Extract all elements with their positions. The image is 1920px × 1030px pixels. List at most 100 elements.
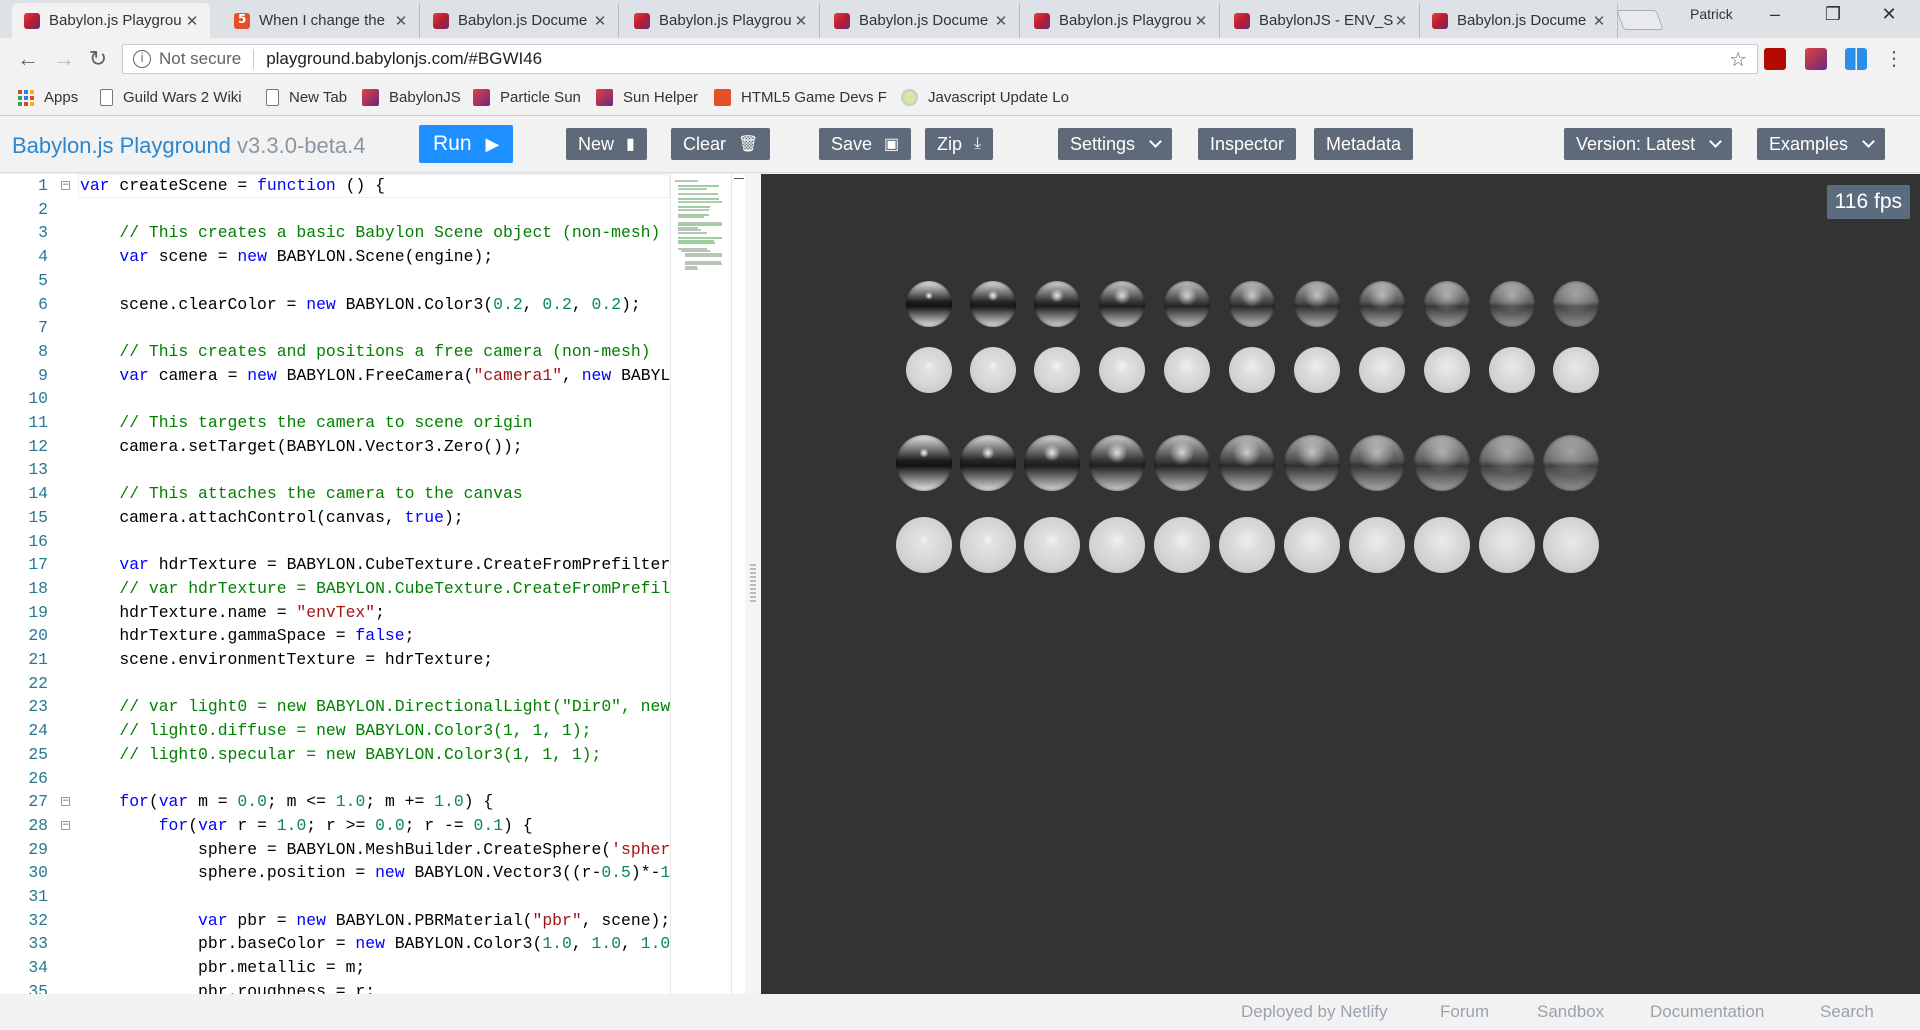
close-tab-icon[interactable]: ✕	[592, 12, 608, 30]
close-tab-icon[interactable]: ✕	[1193, 12, 1209, 30]
code-line[interactable]: 11 // This targets the camera to scene o…	[0, 411, 740, 435]
code-line[interactable]: 2	[0, 198, 740, 222]
minimize-icon[interactable]: –	[1752, 4, 1798, 25]
zip-button[interactable]: Zip ⤓	[925, 128, 994, 160]
code-line[interactable]: 32 var pbr = new BABYLON.PBRMaterial("pb…	[0, 909, 740, 933]
close-tab-icon[interactable]: ✕	[1591, 12, 1607, 30]
pdf-extension-icon[interactable]	[1764, 48, 1786, 70]
bookmark-item[interactable]: Sun Helper	[596, 89, 698, 106]
profile-name[interactable]: Patrick	[1690, 6, 1733, 22]
bookmark-star-icon[interactable]: ☆	[1729, 47, 1747, 72]
forward-icon[interactable]: →	[50, 46, 78, 72]
code-line[interactable]: 35 pbr.roughness = r;	[0, 980, 740, 994]
close-window-icon[interactable]: ✕	[1866, 4, 1912, 25]
new-tab-button[interactable]	[1616, 10, 1664, 30]
code-line[interactable]: 20 hdrTexture.gammaSpace = false;	[0, 624, 740, 648]
code-line[interactable]: 33 pbr.baseColor = new BABYLON.Color3(1.…	[0, 932, 740, 956]
code-line[interactable]: 34 pbr.metallic = m;	[0, 956, 740, 980]
menu-icon[interactable]: ⋮	[1880, 46, 1908, 72]
run-button[interactable]: Run ▶	[419, 125, 514, 163]
code-line[interactable]: 4 var scene = new BABYLON.Scene(engine);	[0, 245, 740, 269]
pbr-sphere	[1543, 517, 1599, 573]
code-line[interactable]: 21 scene.environmentTexture = hdrTexture…	[0, 648, 740, 672]
bookmark-item[interactable]: HTML5 Game Devs F	[714, 89, 887, 106]
code-line[interactable]: 9 var camera = new BABYLON.FreeCamera("c…	[0, 364, 740, 388]
code-line[interactable]: 28 − for(var r = 1.0; r >= 0.0; r -= 0.1)…	[0, 814, 740, 838]
code-line[interactable]: 14 // This attaches the camera to the ca…	[0, 482, 740, 506]
code-line[interactable]: 24 // light0.diffuse = new BABYLON.Color…	[0, 719, 740, 743]
close-tab-icon[interactable]: ✕	[993, 12, 1009, 30]
code-line[interactable]: 13	[0, 458, 740, 482]
code-line[interactable]: 1 − var createScene = function () {	[0, 174, 740, 198]
metadata-button[interactable]: Metadata	[1314, 128, 1414, 160]
code-line[interactable]: 16	[0, 530, 740, 554]
close-tab-icon[interactable]: ✕	[793, 12, 809, 30]
footer-link[interactable]: Deployed by Netlify	[1241, 1002, 1387, 1022]
footer-link[interactable]: Forum	[1440, 1002, 1489, 1022]
inspector-button[interactable]: Inspector	[1198, 128, 1297, 160]
clear-button[interactable]: Clear 🗑	[671, 128, 771, 160]
code-line[interactable]: 19 hdrTexture.name = "envTex";	[0, 601, 740, 625]
code-line[interactable]: 7	[0, 316, 740, 340]
back-icon[interactable]: ←	[14, 46, 42, 72]
babylonjs-extension-icon[interactable]	[1805, 48, 1827, 70]
code-line[interactable]: 18 // var hdrTexture = BABYLON.CubeTextu…	[0, 577, 740, 601]
settings-button[interactable]: Settings	[1058, 128, 1173, 160]
bookmark-item[interactable]: Javascript Update Lo	[901, 89, 1069, 106]
bookmark-item[interactable]: New Tab	[266, 89, 347, 106]
code-line[interactable]: 29 sphere = BABYLON.MeshBuilder.CreateSp…	[0, 838, 740, 862]
browser-tab[interactable]: BabylonJS - ENV_Sp ✕	[1222, 3, 1420, 38]
code-line[interactable]: 26	[0, 767, 740, 791]
code-line[interactable]: 3 // This creates a basic Babylon Scene …	[0, 221, 740, 245]
save-button[interactable]: Save ▣	[819, 128, 912, 160]
code-line[interactable]: 10	[0, 387, 740, 411]
code-line[interactable]: 6 scene.clearColor = new BABYLON.Color3(…	[0, 293, 740, 317]
code-line[interactable]: 15 camera.attachControl(canvas, true);	[0, 506, 740, 530]
splitter-grip[interactable]	[750, 564, 756, 604]
fold-toggle-icon[interactable]: −	[61, 797, 70, 807]
code-line[interactable]: 17 var hdrTexture = BABYLON.CubeTexture.…	[0, 553, 740, 577]
bookmark-item[interactable]: BabylonJS	[362, 89, 461, 106]
new-button[interactable]: New ▮	[566, 128, 647, 160]
windows-extension-icon[interactable]	[1845, 48, 1867, 70]
footer-link[interactable]: Documentation	[1650, 1002, 1764, 1022]
maximize-icon[interactable]: ❐	[1810, 4, 1856, 25]
pane-splitter[interactable]	[745, 174, 761, 994]
code-line[interactable]: 25 // light0.specular = new BABYLON.Colo…	[0, 743, 740, 767]
code-editor[interactable]: 1− var createScene = function () {2 3 // T…	[0, 174, 745, 994]
browser-tab[interactable]: Babylon.js Docume ✕	[421, 3, 619, 38]
reload-icon[interactable]: ↻	[84, 46, 112, 72]
code-line[interactable]: 12 camera.setTarget(BABYLON.Vector3.Zero…	[0, 435, 740, 459]
info-icon[interactable]: i	[133, 50, 151, 68]
code-line[interactable]: 30 sphere.position = new BABYLON.Vector3…	[0, 861, 740, 885]
code-line[interactable]: 8 // This creates and positions a free c…	[0, 340, 740, 364]
render-canvas[interactable]: 116 fps	[761, 174, 1920, 994]
browser-tab[interactable]: Babylon.js Playgrou ✕	[622, 3, 820, 38]
close-tab-icon[interactable]: ✕	[1393, 12, 1409, 30]
code-line[interactable]: 31	[0, 885, 740, 909]
browser-tab[interactable]: Babylon.js Playgrou ✕	[1022, 3, 1220, 38]
code-line[interactable]: 27 − for(var m = 0.0; m <= 1.0; m += 1.0)…	[0, 790, 740, 814]
browser-tab[interactable]: Babylon.js Docume ✕	[1420, 3, 1618, 38]
browser-tab[interactable]: Babylon.js Docume ✕	[822, 3, 1020, 38]
fold-toggle-icon[interactable]: −	[61, 181, 70, 190]
browser-tab[interactable]: When I change the ✕	[222, 3, 420, 38]
bookmark-item[interactable]: Apps	[18, 89, 78, 106]
fold-toggle-icon[interactable]: −	[61, 820, 70, 830]
url-text[interactable]: playground.babylonjs.com/#BGWI46	[266, 49, 542, 69]
address-bar[interactable]: i Not secure playground.babylonjs.com/#B…	[122, 44, 1758, 74]
footer-link[interactable]: Search	[1820, 1002, 1874, 1022]
examples-dropdown[interactable]: Examples	[1757, 128, 1886, 160]
babylonjs-favicon	[1234, 12, 1250, 29]
close-tab-icon[interactable]: ✕	[184, 12, 200, 30]
browser-tab[interactable]: Babylon.js Playgrou ✕	[12, 3, 210, 38]
footer-link[interactable]: Sandbox	[1537, 1002, 1604, 1022]
close-tab-icon[interactable]: ✕	[393, 12, 409, 30]
bookmark-item[interactable]: Particle Sun	[473, 89, 581, 106]
code-line[interactable]: 22	[0, 672, 740, 696]
code-line[interactable]: 23 // var light0 = new BABYLON.Direction…	[0, 695, 740, 719]
pbr-sphere	[1553, 347, 1599, 393]
version-dropdown[interactable]: Version: Latest	[1564, 128, 1733, 160]
code-line[interactable]: 5	[0, 269, 740, 293]
bookmark-item[interactable]: Guild Wars 2 Wiki	[100, 89, 242, 106]
